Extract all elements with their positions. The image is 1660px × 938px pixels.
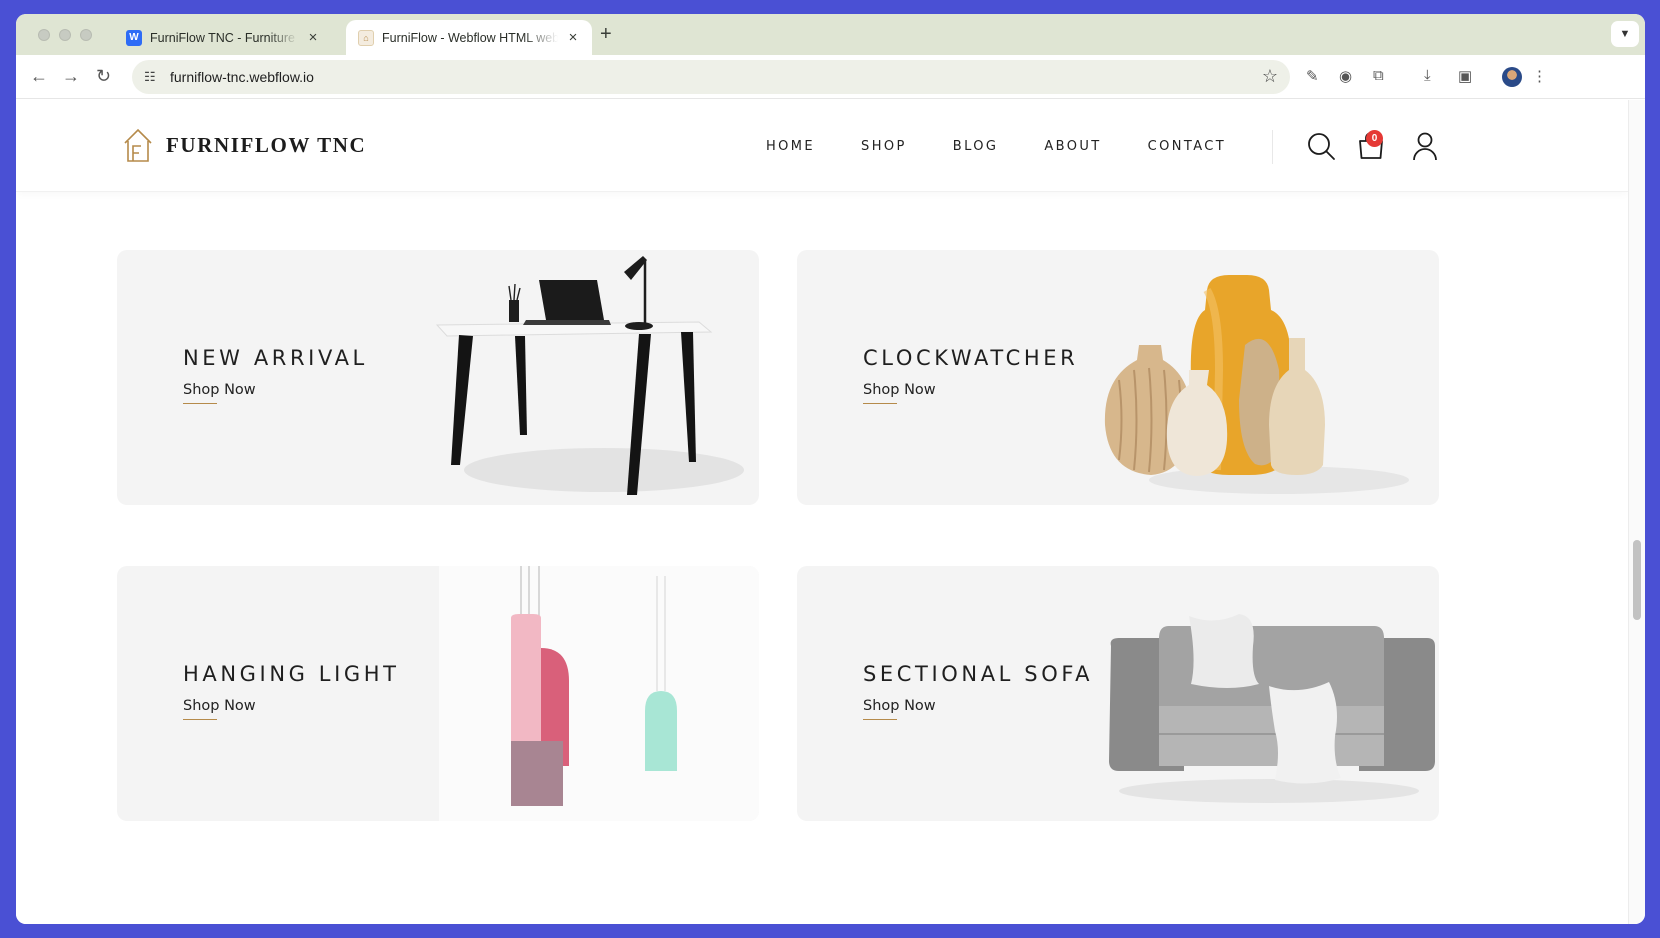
web-page: FURNIFLOW TNC HOME SHOP BLOG ABOUT CONTA…	[16, 100, 1628, 924]
desk-with-laptop-image	[435, 256, 744, 495]
side-panel-icon[interactable]: ▣	[1458, 67, 1472, 85]
window-controls	[38, 29, 92, 41]
cart-count-badge: 0	[1366, 130, 1383, 147]
close-tab-icon[interactable]: ×	[306, 29, 320, 46]
new-tab-icon[interactable]: +	[600, 23, 612, 46]
browser-tab-1[interactable]: W FurniFlow TNC - Furniture HTML ×	[114, 20, 332, 55]
nav-home[interactable]: HOME	[766, 139, 815, 154]
search-icon[interactable]	[1306, 131, 1336, 161]
grammarly-extension-icon[interactable]: ◉	[1339, 67, 1352, 85]
house-logo-icon	[124, 128, 152, 162]
downloads-icon[interactable]: ⤓	[1424, 67, 1431, 84]
shop-now-link[interactable]: Shop Now	[863, 382, 936, 404]
main-navigation: HOME SHOP BLOG ABOUT CONTACT	[766, 139, 1272, 154]
user-account-icon[interactable]	[1410, 131, 1440, 161]
nav-blog[interactable]: BLOG	[953, 139, 999, 154]
close-window-button[interactable]	[38, 29, 50, 41]
site-favicon-icon: ⌂	[358, 29, 374, 46]
minimize-window-button[interactable]	[59, 29, 71, 41]
shop-now-link[interactable]: Shop Now	[863, 698, 936, 720]
tab-title: FurniFlow TNC - Furniture HTML	[150, 30, 298, 45]
maximize-window-button[interactable]	[80, 29, 92, 41]
header-divider	[1272, 130, 1273, 164]
webflow-favicon-icon: W	[126, 29, 142, 46]
eyedropper-extension-icon[interactable]: ✎	[1306, 67, 1319, 85]
browser-window: W FurniFlow TNC - Furniture HTML × ⌂ Fur…	[16, 14, 1645, 924]
page-scrollbar[interactable]	[1628, 100, 1645, 924]
shop-now-link[interactable]: Shop Now	[183, 382, 256, 404]
brand-name: FURNIFLOW TNC	[166, 132, 367, 157]
address-bar[interactable]: ☷ furniflow-tnc.webflow.io ☆	[132, 60, 1290, 94]
shop-now-link[interactable]: Shop Now	[183, 698, 256, 720]
pendant-lights-image	[439, 566, 759, 821]
close-tab-icon[interactable]: ×	[566, 29, 580, 46]
banner-title: HANGING LIGHT	[183, 662, 400, 686]
banner-hanging-light[interactable]: HANGING LIGHT Shop Now	[117, 566, 759, 821]
site-settings-icon[interactable]: ☷	[144, 69, 160, 85]
browser-menu-icon[interactable]: ⋮	[1532, 67, 1547, 85]
reload-icon[interactable]: ↻	[96, 66, 111, 87]
banner-title: NEW ARRIVAL	[183, 346, 368, 370]
grey-armchair-image	[1109, 614, 1435, 803]
profile-avatar[interactable]	[1502, 67, 1522, 87]
banner-new-arrival[interactable]: NEW ARRIVAL Shop Now	[117, 250, 759, 505]
banner-clockwatcher[interactable]: CLOCKWATCHER Shop Now	[797, 250, 1439, 505]
banner-title: CLOCKWATCHER	[863, 346, 1079, 370]
extensions-puzzle-icon[interactable]: ⧉	[1373, 67, 1384, 84]
tab-search-chevron-icon[interactable]: ▼	[1611, 21, 1639, 47]
nav-contact[interactable]: CONTACT	[1148, 139, 1226, 154]
site-logo[interactable]: FURNIFLOW TNC	[122, 126, 366, 164]
bookmark-star-icon[interactable]: ☆	[1262, 66, 1278, 87]
back-arrow-icon[interactable]: ←	[30, 66, 48, 87]
tab-title: FurniFlow - Webflow HTML website	[382, 30, 558, 45]
scrollbar-thumb[interactable]	[1633, 540, 1641, 620]
ceramic-vases-image	[1104, 275, 1409, 494]
address-url[interactable]: furniflow-tnc.webflow.io	[170, 69, 314, 85]
nav-shop[interactable]: SHOP	[861, 139, 907, 154]
forward-arrow-icon[interactable]: →	[62, 66, 80, 87]
nav-about[interactable]: ABOUT	[1044, 139, 1101, 154]
tab-strip: W FurniFlow TNC - Furniture HTML × ⌂ Fur…	[16, 14, 1645, 55]
banner-sectional-sofa[interactable]: SECTIONAL SOFA Shop Now	[797, 566, 1439, 821]
browser-toolbar: ← → ↻ ☷ furniflow-tnc.webflow.io ☆ ✎ ◉ ⧉…	[16, 55, 1645, 99]
site-header: FURNIFLOW TNC HOME SHOP BLOG ABOUT CONTA…	[16, 100, 1628, 192]
banner-title: SECTIONAL SOFA	[863, 662, 1094, 686]
browser-tab-2[interactable]: ⌂ FurniFlow - Webflow HTML website ×	[346, 20, 592, 55]
